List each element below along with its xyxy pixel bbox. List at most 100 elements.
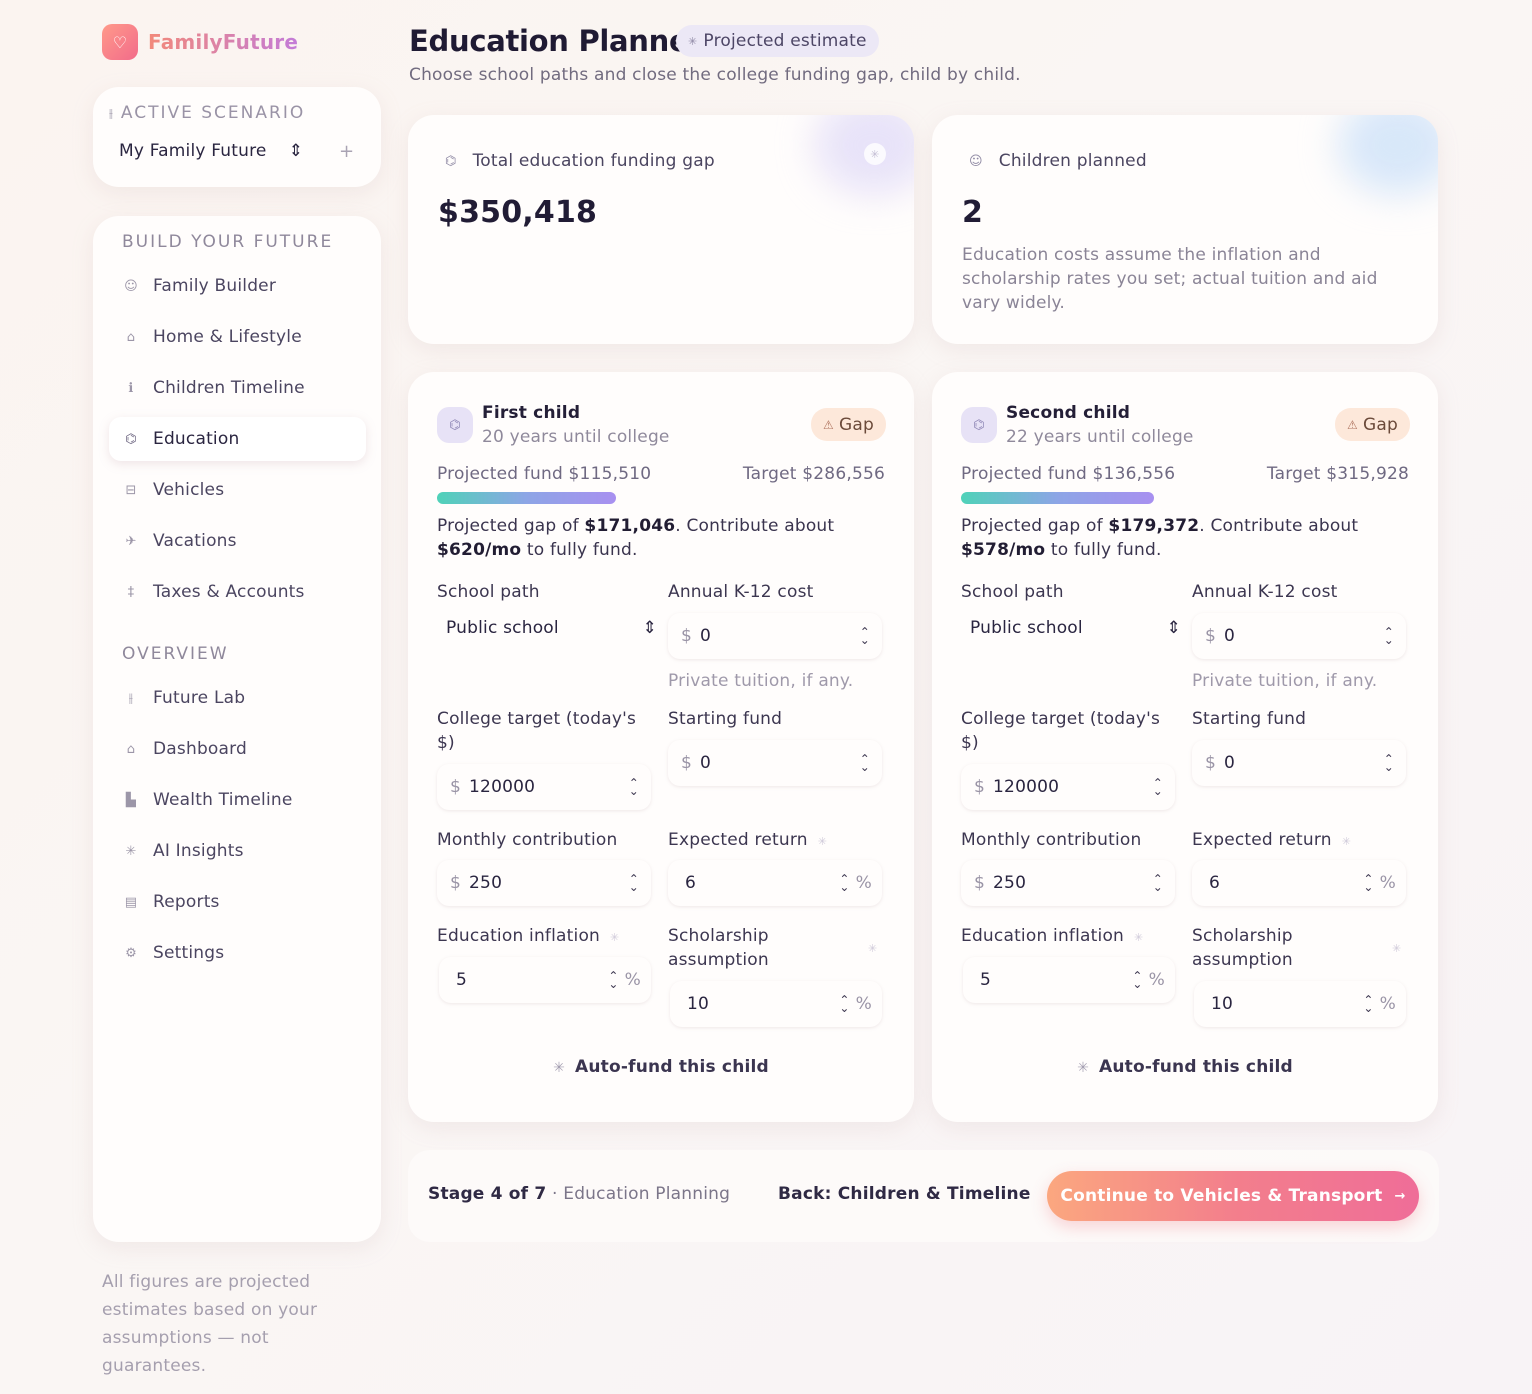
- stepper-icon[interactable]: ⌃ ⌄: [629, 873, 639, 893]
- expected-return-input[interactable]: 6 ⌃ ⌄ %: [1192, 860, 1406, 906]
- document-icon: ▤: [124, 894, 138, 910]
- monthly-contribution-label: Monthly contribution: [961, 830, 1142, 850]
- education-inflation-value: 5: [456, 970, 468, 990]
- sidebar-item-wealth-timeline[interactable]: ▙ Wealth Timeline: [109, 778, 366, 822]
- info-icon[interactable]: ✳: [1134, 931, 1143, 944]
- k12-cost-input[interactable]: $ 0 ⌃ ⌄: [1192, 613, 1406, 659]
- back-button[interactable]: Back: Children & Timeline: [778, 1184, 1031, 1204]
- auto-fund-button[interactable]: ✳ Auto-fund this child: [408, 1057, 914, 1077]
- auto-fund-label: Auto-fund this child: [1099, 1057, 1293, 1077]
- stepper-icon[interactable]: ⌃ ⌄: [1153, 777, 1163, 797]
- school-path-select[interactable]: Public school ⇕: [961, 605, 1181, 651]
- sidebar-item-vehicles[interactable]: ⊟ Vehicles: [109, 468, 366, 512]
- info-icon[interactable]: ✳: [610, 931, 619, 944]
- scholarship-input[interactable]: 10 ⌃ ⌄ %: [1194, 981, 1406, 1027]
- info-icon[interactable]: ✳: [868, 942, 877, 955]
- percent-symbol: %: [1148, 970, 1165, 990]
- college-target-input[interactable]: $ 120000 ⌃ ⌄: [437, 764, 651, 810]
- sidebar-item-label: Taxes & Accounts: [153, 582, 305, 602]
- monthly-contribution-input[interactable]: $ 250 ⌃ ⌄: [961, 860, 1175, 906]
- monthly-needed: $578/mo: [961, 540, 1046, 560]
- percent-symbol: %: [1379, 994, 1396, 1014]
- sidebar-item-label: Settings: [153, 943, 225, 963]
- sidebar-item-label: Home & Lifestyle: [153, 327, 302, 347]
- scenario-select[interactable]: My Family Future ⇕: [119, 141, 303, 161]
- stepper-icon[interactable]: ⌃ ⌄: [629, 777, 639, 797]
- percent-symbol: %: [855, 873, 872, 893]
- currency-symbol: $: [1205, 626, 1217, 646]
- sliders-icon: ⫲: [109, 105, 113, 120]
- projected-fund: Projected fund $115,510: [437, 464, 652, 484]
- sidebar-item-vacations[interactable]: ✈ Vacations: [109, 519, 366, 563]
- stepper-icon[interactable]: ⌃ ⌄: [1384, 753, 1394, 773]
- scholarship-input[interactable]: 10 ⌃ ⌄ %: [670, 981, 882, 1027]
- sidebar-item-taxes-accounts[interactable]: ‡ Taxes & Accounts: [109, 570, 366, 614]
- k12-cost-input[interactable]: $ 0 ⌃ ⌄: [668, 613, 882, 659]
- education-inflation-input[interactable]: 5 ⌃ ⌄ %: [963, 957, 1175, 1003]
- expected-return-input[interactable]: 6 ⌃ ⌄ %: [668, 860, 882, 906]
- monthly-contribution-input[interactable]: $ 250 ⌃ ⌄: [437, 860, 651, 906]
- starting-fund-label: Starting fund: [1192, 709, 1307, 729]
- starting-fund-input[interactable]: $ 0 ⌃ ⌄: [1192, 740, 1406, 786]
- sidebar-item-dashboard[interactable]: ⌂ Dashboard: [109, 727, 366, 771]
- info-icon[interactable]: ✳: [818, 835, 827, 848]
- child-card: ⌬ Second child 22 years until college ⚠ …: [932, 372, 1438, 1122]
- info-icon[interactable]: ✳: [1392, 942, 1401, 955]
- sidebar-item-education[interactable]: ⌬ Education: [109, 417, 366, 461]
- percent-symbol: %: [1379, 873, 1396, 893]
- k12-cost-label: Annual K-12 cost: [668, 582, 814, 602]
- funding-progress-bar: [961, 492, 1409, 504]
- sidebar-item-family-builder[interactable]: ☺ Family Builder: [109, 264, 366, 308]
- stepper-icon[interactable]: ⌃ ⌄: [1363, 873, 1373, 893]
- stepper-icon[interactable]: ⌃ ⌄: [860, 753, 870, 773]
- school-path-select[interactable]: Public school ⇕: [437, 605, 657, 651]
- monthly-contribution-value: 250: [993, 873, 1027, 893]
- sidebar-item-label: Family Builder: [153, 276, 277, 296]
- education-inflation-input[interactable]: 5 ⌃ ⌄ %: [439, 957, 651, 1003]
- education-inflation-label: Education inflation ✳: [437, 926, 620, 946]
- gear-icon: ⚙: [125, 945, 137, 961]
- sidebar-item-settings[interactable]: ⚙ Settings: [109, 931, 366, 975]
- target-amount: Target $286,556: [742, 464, 885, 484]
- continue-button[interactable]: Continue to Vehicles & Transport →: [1047, 1171, 1419, 1221]
- stepper-icon[interactable]: ⌃ ⌄: [608, 970, 618, 990]
- add-scenario-button[interactable]: +: [339, 141, 354, 162]
- sparkle-icon: ✳: [553, 1060, 566, 1076]
- starting-fund-label: Starting fund: [668, 709, 783, 729]
- k12-cost-label: Annual K-12 cost: [1192, 582, 1338, 602]
- monthly-contribution-label: Monthly contribution: [437, 830, 618, 850]
- info-icon[interactable]: ✳: [1342, 835, 1351, 848]
- stepper-icon[interactable]: ⌃ ⌄: [839, 873, 849, 893]
- stage-name: · Education Planning: [552, 1184, 731, 1204]
- education-inflation-label: Education inflation ✳: [961, 926, 1144, 946]
- auto-fund-button[interactable]: ✳ Auto-fund this child: [932, 1057, 1438, 1077]
- children-planned-card: ☺ Children planned 2 Education costs ass…: [932, 115, 1438, 344]
- stepper-icon[interactable]: ⌃ ⌄: [1132, 970, 1142, 990]
- stepper-icon[interactable]: ⌃ ⌄: [839, 994, 849, 1014]
- college-target-label: College target (today's $): [961, 709, 1161, 753]
- sidebar-item-home-lifestyle[interactable]: ⌂ Home & Lifestyle: [109, 315, 366, 359]
- sparkle-icon: ✳: [125, 843, 137, 859]
- starting-fund-input[interactable]: $ 0 ⌃ ⌄: [668, 740, 882, 786]
- expected-return-label: Expected return ✳: [1192, 830, 1352, 850]
- sidebar-item-children-timeline[interactable]: ℹ Children Timeline: [109, 366, 366, 410]
- car-icon: ⊟: [125, 482, 137, 498]
- currency-symbol: $: [974, 777, 986, 797]
- graduation-cap-icon: ⌬: [445, 153, 457, 169]
- house-icon: ⌂: [126, 741, 136, 757]
- child-years-until-college: 22 years until college: [1006, 427, 1194, 447]
- stepper-icon[interactable]: ⌃ ⌄: [860, 626, 870, 646]
- sidebar-item-ai-insights[interactable]: ✳ AI Insights: [109, 829, 366, 873]
- scholarship-value: 10: [1211, 994, 1234, 1014]
- college-target-value: 120000: [993, 777, 1060, 797]
- sidebar-item-reports[interactable]: ▤ Reports: [109, 880, 366, 924]
- k12-cost-value: 0: [700, 626, 712, 646]
- college-target-input[interactable]: $ 120000 ⌃ ⌄: [961, 764, 1175, 810]
- stepper-icon[interactable]: ⌃ ⌄: [1384, 626, 1394, 646]
- sidebar-item-future-lab[interactable]: ⫲ Future Lab: [109, 676, 366, 720]
- brand[interactable]: ♡ FamilyFuture: [102, 24, 298, 60]
- sliders-icon: ⫲: [128, 690, 134, 706]
- stepper-icon[interactable]: ⌃ ⌄: [1363, 994, 1373, 1014]
- percent-symbol: %: [624, 970, 641, 990]
- stepper-icon[interactable]: ⌃ ⌄: [1153, 873, 1163, 893]
